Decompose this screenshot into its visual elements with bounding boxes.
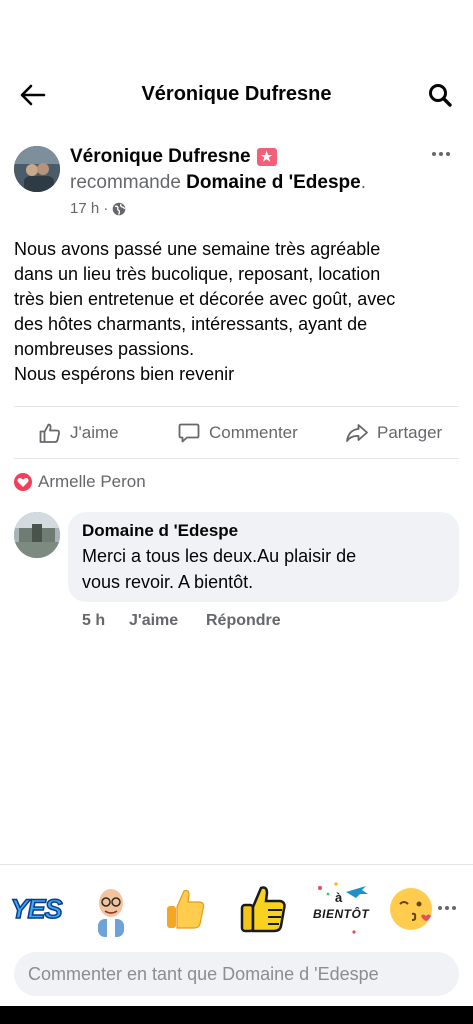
more-stickers-button[interactable] bbox=[435, 898, 459, 918]
author-avatar[interactable] bbox=[14, 146, 60, 192]
actions-divider bbox=[14, 458, 459, 459]
more-dot bbox=[452, 906, 456, 910]
post-author-name[interactable]: Véronique Dufresne bbox=[70, 144, 251, 170]
star-badge-icon: ★ bbox=[256, 148, 277, 166]
post-text: Nous avons passé une semaine très agréab… bbox=[14, 237, 459, 387]
post-meta: 17 h · bbox=[70, 199, 126, 219]
post-time[interactable]: 17 h bbox=[70, 199, 99, 219]
thumbs-up-emoji[interactable] bbox=[158, 880, 212, 938]
comment-input[interactable] bbox=[14, 952, 459, 996]
a-bientot-word: BIENTÔT bbox=[313, 907, 370, 921]
blowing-kiss-icon bbox=[390, 888, 432, 930]
a-bientot-a: à bbox=[335, 890, 343, 905]
more-dot bbox=[445, 906, 449, 910]
post-text-line: dans un lieu très bucolique, reposant, l… bbox=[14, 264, 381, 284]
comment-author[interactable]: Domaine d 'Edespe bbox=[82, 520, 238, 542]
post-author-line: Véronique Dufresne ★ bbox=[70, 144, 277, 170]
more-dot bbox=[438, 906, 442, 910]
comment-text: Merci a tous les deux.Au plaisir de vous… bbox=[82, 543, 447, 595]
recommends-word: recommande bbox=[70, 172, 181, 193]
like-button[interactable]: J'aime bbox=[38, 418, 119, 448]
reactor-name: Armelle Peron bbox=[38, 472, 146, 491]
comment-bubble-icon bbox=[178, 423, 200, 443]
blowing-kiss-emoji[interactable] bbox=[388, 880, 434, 938]
comment-text-line: vous revoir. A bientôt. bbox=[82, 572, 254, 592]
share-arrow-icon bbox=[346, 424, 368, 442]
comment-time[interactable]: 5 h bbox=[82, 611, 105, 631]
comment-label: Commenter bbox=[209, 423, 298, 442]
search-icon bbox=[429, 84, 452, 107]
more-dot bbox=[446, 152, 450, 156]
composer-divider bbox=[0, 864, 473, 865]
comment-button[interactable]: Commenter bbox=[177, 418, 298, 448]
comment-reply-button[interactable]: Répondre bbox=[206, 611, 281, 631]
post-text-line: très bien entretenue et décorée avec goû… bbox=[14, 289, 396, 309]
thumbs-up-sticker[interactable] bbox=[236, 880, 290, 938]
more-options-button[interactable] bbox=[427, 144, 455, 164]
memoji-sticker[interactable] bbox=[84, 880, 138, 938]
heart-icon bbox=[14, 473, 32, 491]
thumbs-up-sticker-icon bbox=[240, 886, 286, 933]
thumbs-up-emoji-icon bbox=[167, 889, 205, 929]
yes-sticker[interactable]: YES bbox=[6, 880, 66, 938]
more-dot bbox=[439, 152, 443, 156]
thumbs-up-icon bbox=[39, 423, 60, 443]
commenter-avatar[interactable] bbox=[14, 512, 60, 558]
system-navigation-bar bbox=[0, 1006, 473, 1024]
post-text-line: nombreuses passions. bbox=[14, 339, 195, 359]
globe-icon bbox=[112, 202, 126, 216]
a-bientot-sticker[interactable]: à BIENTÔT bbox=[310, 880, 372, 938]
search-button[interactable] bbox=[423, 78, 457, 112]
post-text-line: des hôtes charmants, intéressants, ayant… bbox=[14, 314, 368, 334]
comment-like-button[interactable]: J'aime bbox=[129, 611, 178, 631]
time-separator: · bbox=[103, 200, 109, 217]
recommend-suffix: . bbox=[360, 172, 366, 193]
share-button[interactable]: Partager bbox=[345, 418, 442, 448]
comment-text-line: Merci a tous les deux.Au plaisir de bbox=[82, 546, 357, 566]
a-bientot-art: à BIENTÔT bbox=[310, 880, 372, 938]
avatar-image bbox=[14, 146, 60, 192]
yes-sticker-text: YES bbox=[10, 893, 64, 925]
more-dot bbox=[432, 152, 436, 156]
like-label: J'aime bbox=[70, 423, 119, 442]
recommendation-line: recommande Domaine d 'Edespe. bbox=[70, 170, 366, 196]
post-text-line: Nous avons passé une semaine très agréab… bbox=[14, 239, 381, 259]
reaction-summary[interactable]: Armelle Peron bbox=[14, 472, 146, 492]
share-label: Partager bbox=[377, 423, 443, 442]
avatar-image bbox=[14, 512, 60, 558]
recommended-page-link[interactable]: Domaine d 'Edespe bbox=[186, 172, 361, 193]
post-divider bbox=[14, 406, 459, 407]
memoji-icon bbox=[98, 889, 124, 937]
page-title: Véronique Dufresne bbox=[141, 83, 332, 105]
post-text-line: Nous espérons bien revenir bbox=[14, 364, 235, 384]
